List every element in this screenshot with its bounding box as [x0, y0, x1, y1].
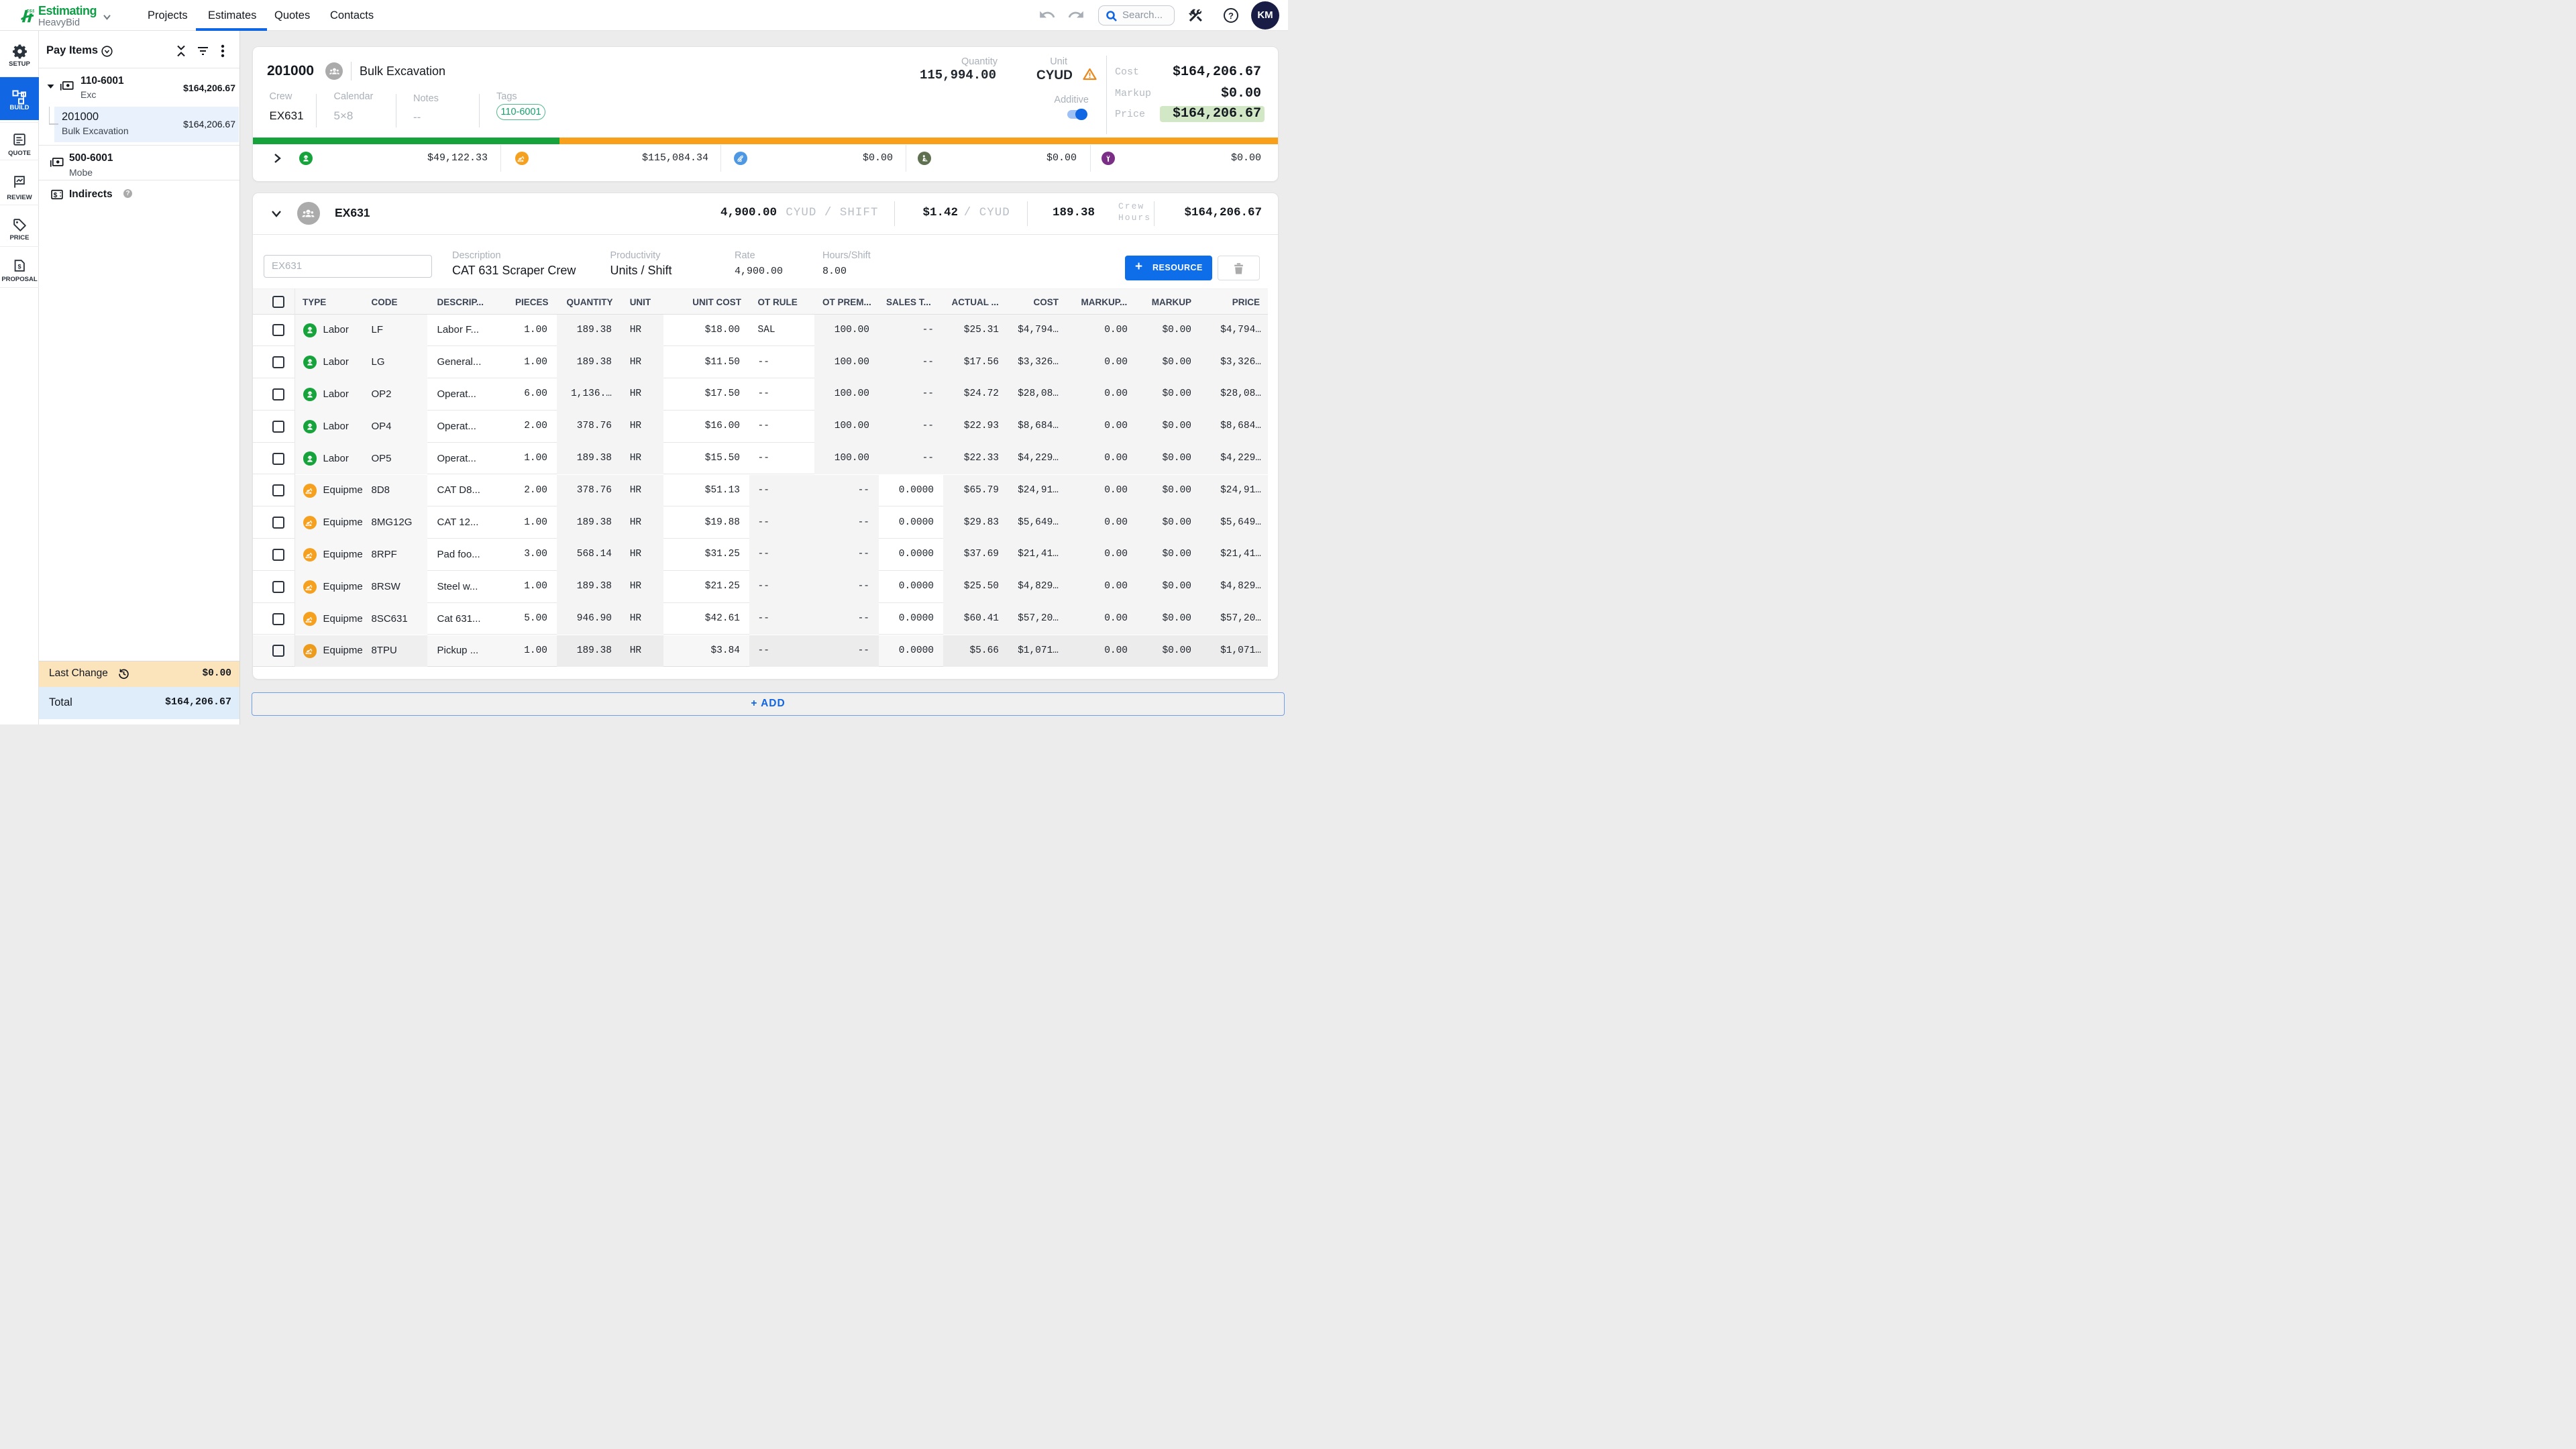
svg-text:$: $	[54, 192, 58, 199]
svg-text:?: ?	[1228, 11, 1234, 21]
svg-text:css: css	[26, 7, 34, 13]
svg-text:$: $	[17, 263, 21, 270]
